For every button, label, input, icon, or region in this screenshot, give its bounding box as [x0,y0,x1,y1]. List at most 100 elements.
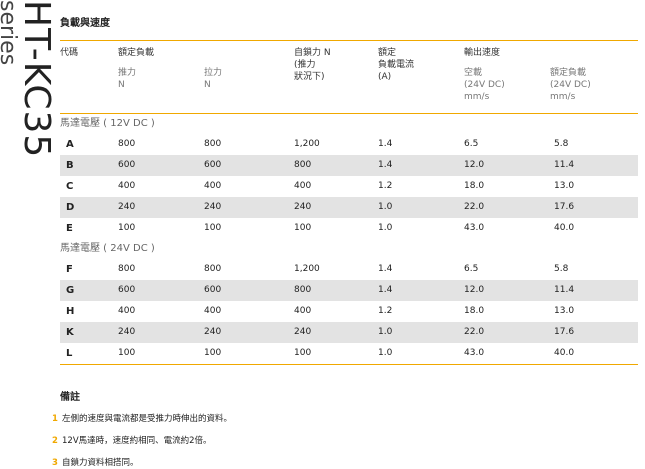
header-push-unit: N [118,80,125,90]
cell-push: 800 [118,264,136,274]
cell-push: 400 [118,306,136,316]
cell-code: B [66,160,74,171]
series-side-title: HT-KC35 series [0,0,57,200]
header-rated-current-line2: 負載電流 [378,60,415,70]
cell-self-lock: 400 [294,306,312,316]
header-code: 代碼 [60,48,79,58]
note-number: 2 [52,436,58,446]
cell-rated-load-speed: 11.4 [554,160,575,170]
cell-self-lock: 100 [294,223,312,233]
table-row: C 400 400 400 1.2 18.0 13.0 [60,176,638,197]
cell-no-load-speed: 12.0 [464,285,485,295]
cell-code: K [66,327,74,338]
note-item: 1 左側的速度與電流都是受推力時伸出的資料。 [52,413,612,435]
cell-self-lock: 240 [294,202,312,212]
cell-pull: 400 [204,306,222,316]
cell-code: H [66,306,75,317]
series-model-name: HT-KC35 [16,0,57,159]
cell-push: 600 [118,160,136,170]
header-push: 推力 N [118,67,136,91]
voltage-group-title: 馬達電壓 ( 24V DC ) [60,243,155,254]
header-push-label: 推力 [118,68,137,78]
cell-code: E [66,223,73,234]
cell-pull: 600 [204,285,222,295]
header-rated-current-line1: 額定 [378,48,397,58]
header-no-load-line2: (24V DC) [464,80,505,90]
cell-self-lock: 1,200 [294,139,320,149]
cell-pull: 600 [204,160,222,170]
table-row: A 800 800 1,200 1.4 6.5 5.8 [60,134,638,155]
header-self-lock: 自鎖力 N (推力 狀況下) [294,47,331,83]
notes-title: 備註 [60,392,80,403]
cell-no-load-speed: 18.0 [464,306,485,316]
cell-rated-current: 1.4 [378,139,393,149]
cell-rated-current: 1.2 [378,181,393,191]
note-text: 12V馬達時，速度約相同、電流約2倍。 [62,436,212,446]
cell-code: D [66,202,75,213]
cell-self-lock: 800 [294,285,312,295]
cell-self-lock: 1,200 [294,264,320,274]
cell-push: 600 [118,285,136,295]
cell-pull: 400 [204,181,222,191]
table-row: H 400 400 400 1.2 18.0 13.0 [60,301,638,322]
spec-page: HT-KC35 series 負載與速度 代碼 額定負載 推力 N 拉力 N 自… [0,0,645,469]
cell-pull: 800 [204,139,222,149]
header-rated-load-speed-line2: (24V DC) [550,80,591,90]
cell-push: 100 [118,348,136,358]
header-no-load-line1: 空載 [464,68,483,78]
cell-rated-load-speed: 11.4 [554,285,575,295]
cell-push: 100 [118,223,136,233]
cell-no-load-speed: 22.0 [464,327,485,337]
cell-push: 240 [118,327,136,337]
header-rated-load-speed-line1: 額定負載 [550,68,587,78]
cell-no-load-speed: 6.5 [464,139,479,149]
cell-code: L [66,348,73,359]
notes-list: 1 左側的速度與電流都是受推力時伸出的資料。 2 12V馬達時，速度約相同、電流約2倍… [52,413,612,469]
table-row: G 600 600 800 1.4 12.0 11.4 [60,280,638,301]
cell-rated-current: 1.0 [378,223,393,233]
note-item: 2 12V馬達時，速度約相同、電流約2倍。 [52,435,612,457]
section-title: 負載與速度 [60,18,110,29]
cell-self-lock: 100 [294,348,312,358]
series-label: series [0,0,20,66]
cell-no-load-speed: 43.0 [464,223,485,233]
header-pull: 拉力 N [204,67,222,91]
cell-pull: 240 [204,327,222,337]
cell-rated-current: 1.4 [378,264,393,274]
cell-pull: 800 [204,264,222,274]
table-row: F 800 800 1,200 1.4 6.5 5.8 [60,259,638,280]
cell-rated-current: 1.2 [378,306,393,316]
cell-rated-load-speed: 17.6 [554,327,575,337]
cell-rated-current: 1.0 [378,348,393,358]
header-no-load: 空載 (24V DC) mm/s [464,67,505,103]
cell-no-load-speed: 22.0 [464,202,485,212]
table-header: 代碼 額定負載 推力 N 拉力 N 自鎖力 N (推力 狀況下) 額定 負載電流… [60,41,638,113]
header-self-lock-line1: 自鎖力 N [294,48,331,58]
voltage-group-title: 馬達電壓 ( 12V DC ) [60,118,155,129]
cell-no-load-speed: 43.0 [464,348,485,358]
cell-rated-load-speed: 5.8 [554,264,569,274]
table-body: 馬達電壓 ( 12V DC ) A 800 800 1,200 1.4 6.5 5.8 B 600… [60,114,638,364]
header-self-lock-line2: (推力 [294,60,316,70]
cell-rated-current: 1.4 [378,160,393,170]
note-text: 自鎖力資料相搭同。 [62,458,139,468]
header-pull-unit: N [204,80,211,90]
cell-self-lock: 800 [294,160,312,170]
cell-rated-load-speed: 17.6 [554,202,575,212]
notes-section: 備註 1 左側的速度與電流都是受推力時伸出的資料。 2 12V馬達時，速度約相同、電流… [52,388,612,469]
cell-rated-current: 1.0 [378,327,393,337]
header-rated-load-speed-line3: mm/s [550,92,576,102]
cell-rated-load-speed: 40.0 [554,223,575,233]
cell-code: F [66,264,73,275]
cell-rated-current: 1.4 [378,285,393,295]
cell-no-load-speed: 6.5 [464,264,479,274]
cell-code: G [66,285,75,296]
cell-rated-load-speed: 13.0 [554,306,575,316]
header-self-lock-line3: 狀況下) [294,72,325,82]
header-pull-label: 拉力 [204,68,223,78]
cell-self-lock: 400 [294,181,312,191]
cell-self-lock: 240 [294,327,312,337]
cell-push: 400 [118,181,136,191]
cell-pull: 100 [204,223,222,233]
header-rated-current-line3: (A) [378,72,392,82]
